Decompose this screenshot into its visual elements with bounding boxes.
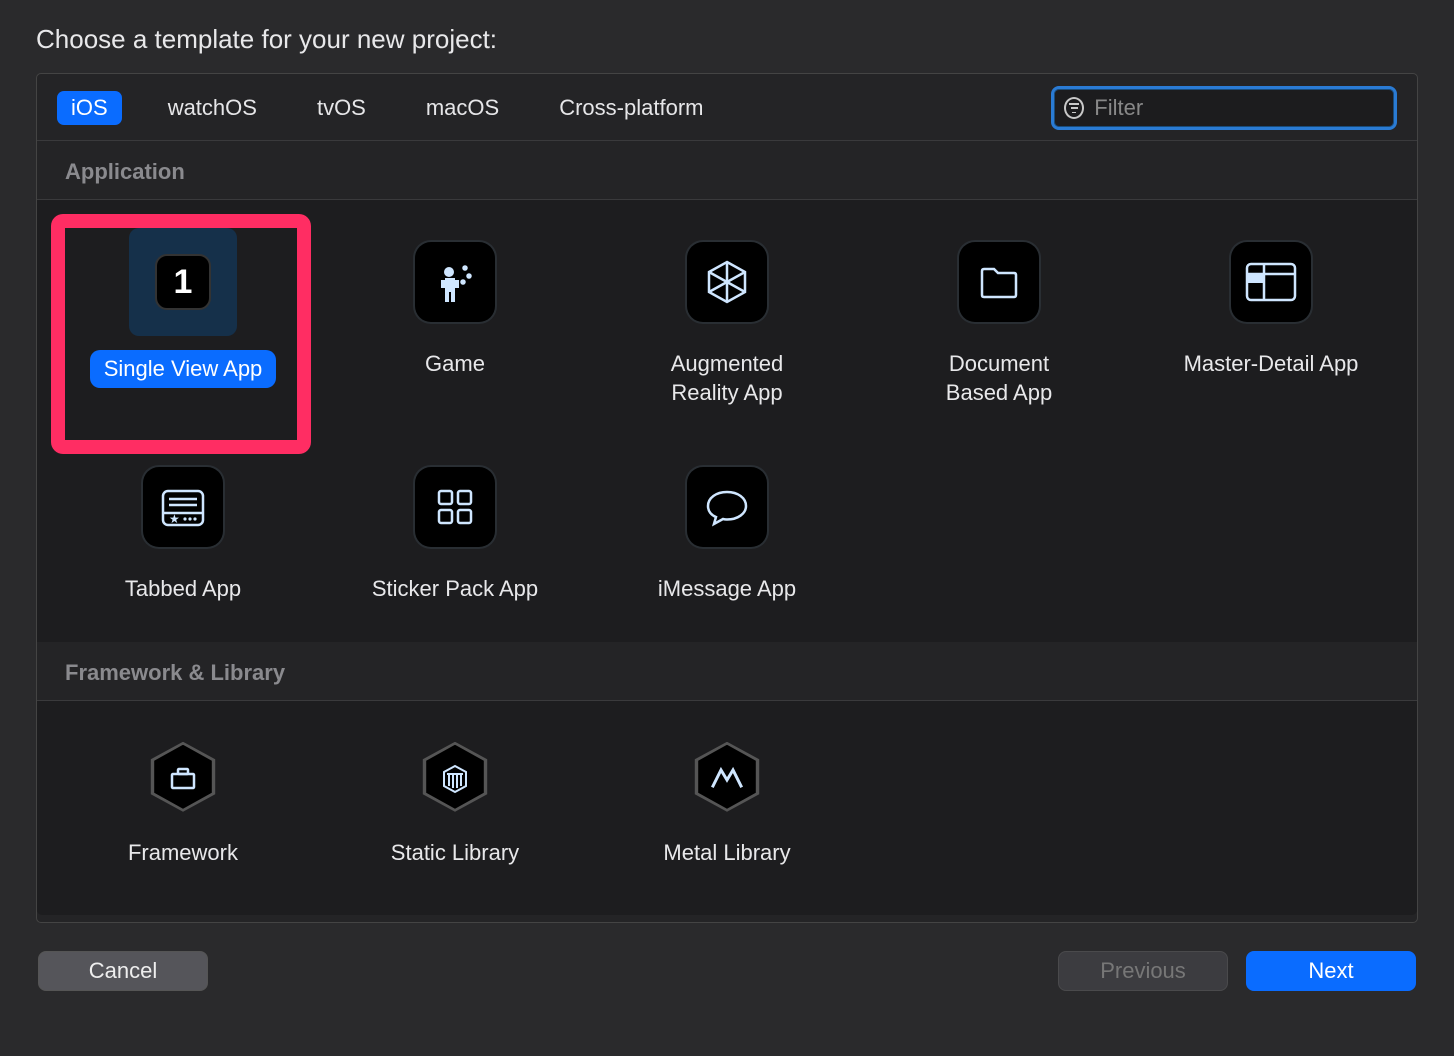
template-imessage-app[interactable]: iMessage App bbox=[591, 445, 863, 612]
framework-grid: Framework bbox=[37, 701, 1417, 916]
template-label: Augmented Reality App bbox=[671, 350, 784, 407]
cancel-button[interactable]: Cancel bbox=[38, 951, 208, 991]
application-grid: 1 Single View App bbox=[37, 200, 1417, 642]
single-view-app-icon: 1 bbox=[141, 240, 225, 324]
filter-input[interactable] bbox=[1094, 95, 1384, 121]
dialog-title: Choose a template for your new project: bbox=[36, 24, 1418, 55]
template-label: Document Based App bbox=[946, 350, 1052, 407]
tab-watchos[interactable]: watchOS bbox=[154, 91, 271, 125]
template-label: Metal Library bbox=[663, 839, 790, 868]
platform-tabbar: iOS watchOS tvOS macOS Cross-platform bbox=[37, 74, 1417, 141]
dialog-footer: Cancel Previous Next bbox=[36, 923, 1418, 991]
master-detail-icon bbox=[1229, 240, 1313, 324]
template-tabbed-app[interactable]: ★ Tabbed App bbox=[47, 445, 319, 612]
tab-ios[interactable]: iOS bbox=[57, 91, 122, 125]
template-label: Master-Detail App bbox=[1184, 350, 1359, 379]
filter-field[interactable] bbox=[1051, 86, 1397, 130]
svg-text:★: ★ bbox=[169, 512, 180, 526]
template-game[interactable]: Game bbox=[319, 220, 591, 415]
section-header-application: Application bbox=[37, 141, 1417, 200]
template-single-view-app[interactable]: 1 Single View App bbox=[47, 220, 319, 415]
metal-library-icon bbox=[691, 741, 763, 813]
section-header-framework: Framework & Library bbox=[37, 642, 1417, 701]
template-document-based-app[interactable]: Document Based App bbox=[863, 220, 1135, 415]
game-icon bbox=[413, 240, 497, 324]
template-label: Sticker Pack App bbox=[372, 575, 538, 604]
ar-icon bbox=[685, 240, 769, 324]
template-master-detail-app[interactable]: Master-Detail App bbox=[1135, 220, 1407, 415]
template-label: Game bbox=[425, 350, 485, 379]
template-label: iMessage App bbox=[658, 575, 796, 604]
framework-icon bbox=[147, 741, 219, 813]
tab-cross-platform[interactable]: Cross-platform bbox=[545, 91, 717, 125]
document-icon bbox=[957, 240, 1041, 324]
imessage-icon bbox=[685, 465, 769, 549]
template-label: Static Library bbox=[391, 839, 519, 868]
tabbed-icon: ★ bbox=[141, 465, 225, 549]
filter-icon bbox=[1064, 97, 1084, 119]
template-framework[interactable]: Framework bbox=[47, 721, 319, 876]
template-panel: iOS watchOS tvOS macOS Cross-platform Ap… bbox=[36, 73, 1418, 923]
template-label: Tabbed App bbox=[125, 575, 241, 604]
template-label: Framework bbox=[128, 839, 238, 868]
tab-macos[interactable]: macOS bbox=[412, 91, 513, 125]
template-label: Single View App bbox=[90, 350, 277, 388]
template-metal-library[interactable]: Metal Library bbox=[591, 721, 863, 876]
template-augmented-reality-app[interactable]: Augmented Reality App bbox=[591, 220, 863, 415]
template-static-library[interactable]: Static Library bbox=[319, 721, 591, 876]
template-sticker-pack-app[interactable]: Sticker Pack App bbox=[319, 445, 591, 612]
previous-button: Previous bbox=[1058, 951, 1228, 991]
tab-tvos[interactable]: tvOS bbox=[303, 91, 380, 125]
static-library-icon bbox=[419, 741, 491, 813]
next-button[interactable]: Next bbox=[1246, 951, 1416, 991]
sticker-pack-icon bbox=[413, 465, 497, 549]
